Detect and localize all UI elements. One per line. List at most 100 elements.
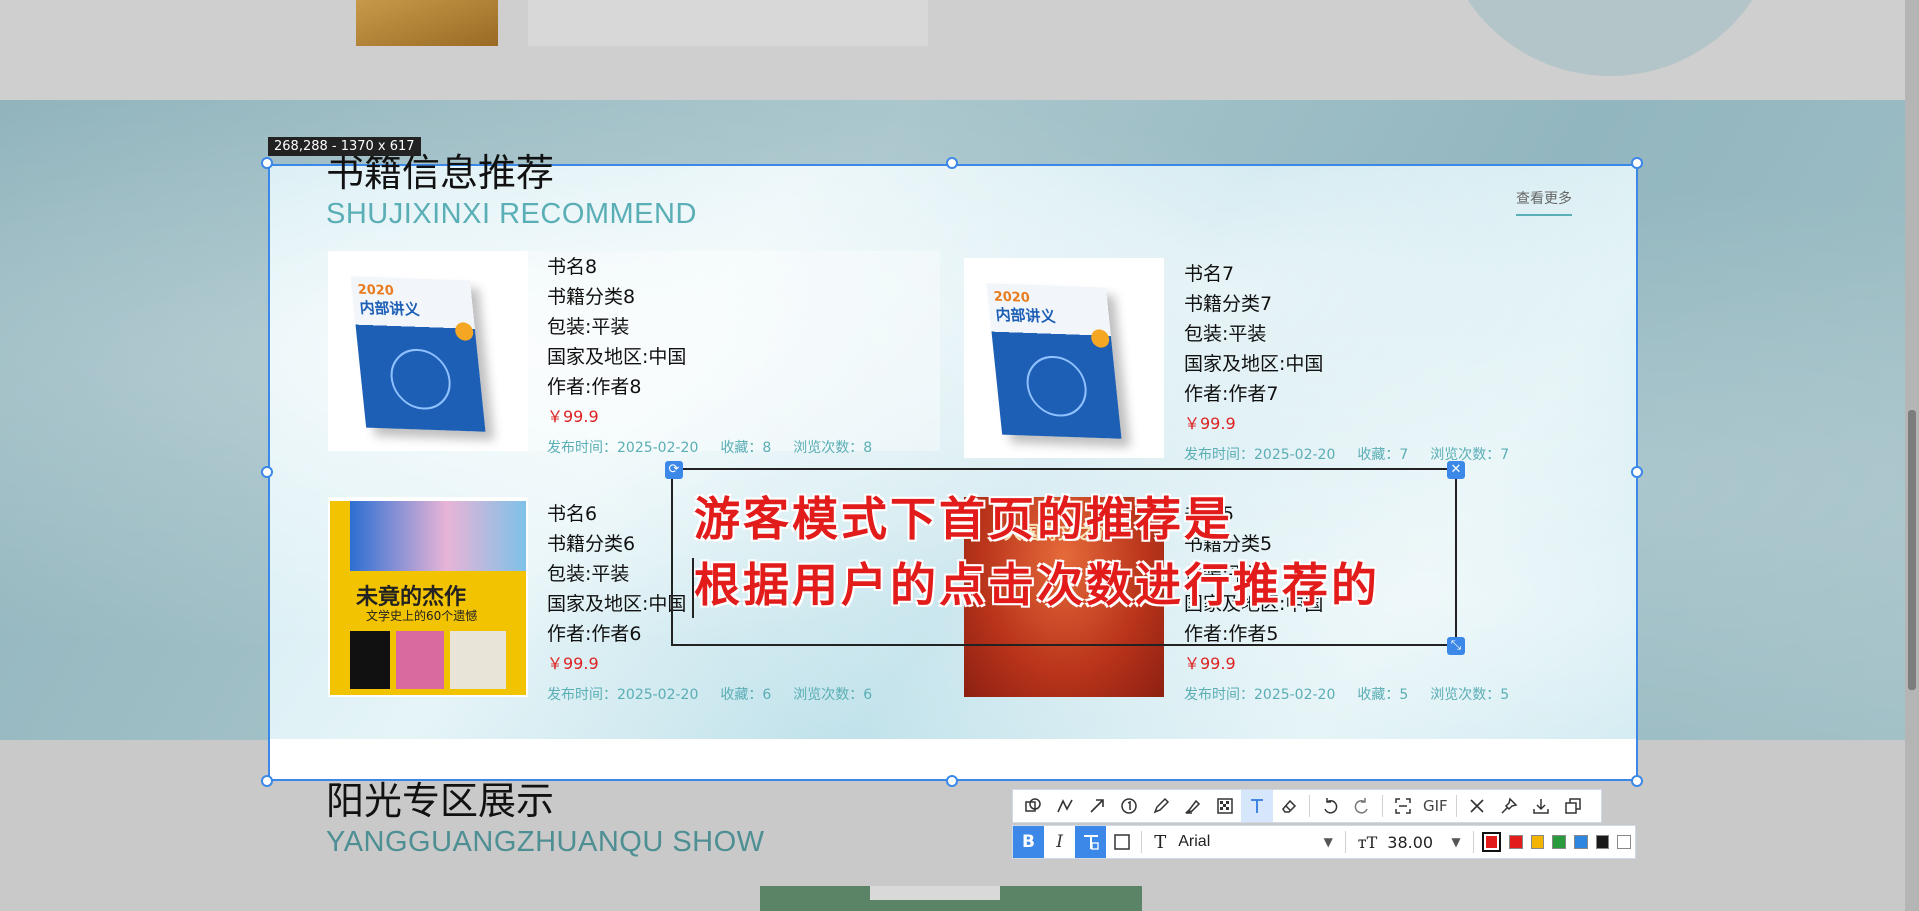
book-meta-5: 发布时间：2025-02-20 收藏：5 浏览次数：5 <box>1184 684 1531 704</box>
font-size-select[interactable]: ᴛT 38.00 ▼ <box>1350 826 1469 858</box>
views-count: 浏览次数：8 <box>793 440 873 456</box>
book-name[interactable]: 书名6 <box>547 499 686 529</box>
annotation-text[interactable]: 游客模式下首页的推荐是 根据用户的点击次数进行推荐的 <box>694 486 1454 618</box>
color-swatch-green[interactable] <box>1552 835 1567 849</box>
toolbar-divider <box>1309 795 1310 817</box>
ocr-icon[interactable] <box>1387 790 1419 822</box>
cover-circle-graphic <box>387 347 454 411</box>
resize-annotation-icon[interactable]: ⤡ <box>1447 637 1465 655</box>
recommend-section-subtitle: SHUJIXINXI RECOMMEND <box>326 198 697 230</box>
background-fill-icon[interactable] <box>1106 826 1137 858</box>
selection-handle-bottom-right[interactable] <box>1631 775 1643 787</box>
toolbar-divider <box>1472 831 1474 853</box>
selection-handle-bottom[interactable] <box>946 775 958 787</box>
cover-badge <box>454 322 475 341</box>
cover-art: 未竟的杰作 文学史上的60个遗憾 <box>330 501 526 695</box>
selection-handle-right[interactable] <box>1631 466 1643 478</box>
annotation-line-1: 游客模式下首页的推荐是 <box>694 492 1233 546</box>
book-category: 书籍分类8 <box>547 286 636 308</box>
decorative-circle <box>1440 0 1780 76</box>
book-info-8: 书名8 书籍分类8 包装:平装 国家及地区:中国 作者:作者8 ￥99.9 <box>547 252 686 432</box>
delete-annotation-icon[interactable]: ✕ <box>1447 461 1465 479</box>
book-name[interactable]: 书名8 <box>547 252 686 282</box>
book-author: 作者:作者6 <box>547 623 642 645</box>
book-packaging: 包装:平装 <box>1184 323 1267 345</box>
book-info-6: 书名6 书籍分类6 包装:平装 国家及地区:中国 作者:作者6 ￥99.9 <box>547 499 686 679</box>
text-caret <box>692 558 694 618</box>
favorites-count: 收藏：7 <box>1357 447 1409 463</box>
arrow-icon[interactable] <box>1081 790 1113 822</box>
cover-tile <box>350 631 390 689</box>
chevron-down-icon: ▼ <box>1323 835 1333 849</box>
color-swatch-black[interactable] <box>1595 835 1610 849</box>
views-count: 浏览次数：5 <box>1430 687 1510 703</box>
rotate-handle-icon[interactable]: ⟳ <box>665 461 683 479</box>
current-color-swatch[interactable] <box>1481 832 1502 852</box>
content-card <box>528 0 928 46</box>
text-style-toolbar: B I T Arial ▼ ᴛT 38.00 ▼ <box>1012 825 1636 859</box>
book-cover-6[interactable]: 未竟的杰作 文学史上的60个遗憾 <box>328 497 528 697</box>
selection-dimensions-label: 268,288 - 1370 x 617 <box>268 137 421 156</box>
toolbar-divider <box>1382 795 1383 817</box>
book-category: 书籍分类6 <box>547 533 636 555</box>
color-swatch-red[interactable] <box>1509 835 1523 849</box>
gif-icon[interactable]: GIF <box>1419 797 1452 815</box>
book-packaging: 包装:平装 <box>547 316 630 338</box>
sunshine-banner-image <box>760 886 1142 911</box>
color-swatch-yellow[interactable] <box>1530 835 1545 849</box>
publish-date: 发布时间：2025-02-20 <box>1184 447 1336 463</box>
text-outline-icon[interactable] <box>1075 826 1107 858</box>
toolbar-divider <box>1141 831 1143 853</box>
highlighter-icon[interactable] <box>1177 790 1209 822</box>
bold-icon[interactable]: B <box>1013 826 1045 858</box>
eraser-icon[interactable] <box>1273 790 1305 822</box>
cover-badge <box>1090 329 1111 348</box>
annotation-toolbar: GIF <box>1012 789 1602 823</box>
font-family-select[interactable]: T Arial ▼ <box>1146 826 1341 858</box>
book-region: 国家及地区:中国 <box>1184 353 1324 375</box>
polyline-icon[interactable] <box>1049 790 1081 822</box>
book-author: 作者:作者8 <box>547 376 642 398</box>
cover-art: 2020 内部讲义 <box>350 276 486 432</box>
number-marker-icon[interactable] <box>1113 790 1145 822</box>
book-name[interactable]: 书名7 <box>1184 259 1323 289</box>
mosaic-icon[interactable] <box>1209 790 1241 822</box>
book-packaging: 包装:平装 <box>547 563 630 585</box>
selection-handle-top-right[interactable] <box>1631 157 1643 169</box>
selection-handle-top[interactable] <box>946 157 958 169</box>
redo-icon[interactable] <box>1346 790 1378 822</box>
download-icon[interactable] <box>1525 790 1557 822</box>
book-price: ￥99.9 <box>547 407 599 426</box>
book-author: 作者:作者7 <box>1184 383 1279 405</box>
book-cover-8[interactable]: 2020 内部讲义 <box>328 251 528 451</box>
view-more-link[interactable]: 查看更多 <box>1516 188 1572 216</box>
book-meta-7: 发布时间：2025-02-20 收藏：7 浏览次数：7 <box>1184 444 1531 464</box>
copy-icon[interactable] <box>1557 790 1589 822</box>
selection-handle-left[interactable] <box>261 466 273 478</box>
pen-icon[interactable] <box>1145 790 1177 822</box>
close-icon[interactable] <box>1461 790 1493 822</box>
publish-date: 发布时间：2025-02-20 <box>1184 687 1336 703</box>
undo-icon[interactable] <box>1314 790 1346 822</box>
views-count: 浏览次数：7 <box>1430 447 1510 463</box>
publish-date: 发布时间：2025-02-20 <box>547 440 699 456</box>
italic-icon[interactable]: I <box>1044 826 1075 858</box>
cover-tile <box>450 631 506 689</box>
pin-icon[interactable] <box>1493 790 1525 822</box>
book-info-7: 书名7 书籍分类7 包装:平装 国家及地区:中国 作者:作者7 ￥99.9 <box>1184 259 1323 439</box>
selection-handle-bottom-left[interactable] <box>261 775 273 787</box>
selection-handle-top-left[interactable] <box>261 157 273 169</box>
font-size-icon: ᴛT <box>1357 832 1378 852</box>
scrollbar-thumb[interactable] <box>1908 410 1916 690</box>
book-meta-6: 发布时间：2025-02-20 收藏：6 浏览次数：6 <box>547 684 894 704</box>
book-region: 国家及地区:中国 <box>547 346 687 368</box>
book-cover-7[interactable]: 2020 内部讲义 <box>964 258 1164 458</box>
shape-icon[interactable] <box>1017 790 1049 822</box>
color-swatch-blue[interactable] <box>1574 835 1588 849</box>
page-scrollbar[interactable] <box>1905 0 1919 911</box>
text-icon[interactable] <box>1241 790 1273 822</box>
color-swatch-white[interactable] <box>1617 835 1631 849</box>
book-price: ￥99.9 <box>1184 414 1236 433</box>
cover-title: 内部讲义 <box>358 298 421 319</box>
book-category: 书籍分类7 <box>1184 293 1273 315</box>
